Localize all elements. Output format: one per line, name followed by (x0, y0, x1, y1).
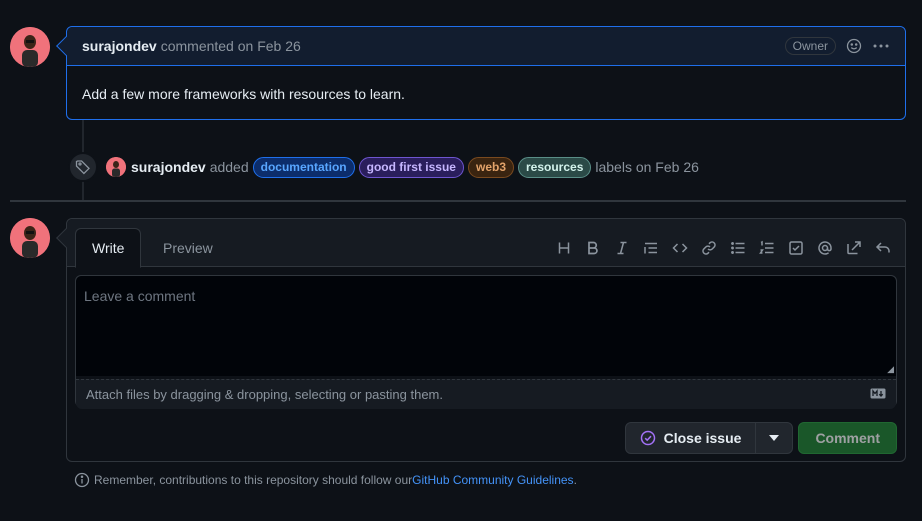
heading-icon[interactable] (549, 237, 578, 259)
label-resources[interactable]: resources (518, 156, 592, 178)
comment-button[interactable]: Comment (798, 422, 897, 454)
owner-badge: Owner (784, 37, 836, 55)
label-web3[interactable]: web3 (467, 156, 514, 178)
label-documentation[interactable]: documentation (252, 156, 355, 178)
close-issue-button[interactable]: Close issue (626, 423, 757, 453)
check-circle-icon (640, 430, 655, 446)
markdown-icon[interactable] (870, 387, 886, 402)
close-issue-group: Close issue (624, 422, 794, 454)
label-good-first-issue[interactable]: good first issue (358, 156, 464, 178)
bold-icon[interactable] (578, 237, 607, 259)
quote-icon[interactable] (636, 237, 665, 259)
bulleted-list-icon[interactable] (723, 237, 752, 259)
link-icon[interactable] (694, 237, 723, 259)
event-action: added (209, 159, 249, 175)
code-icon[interactable] (665, 237, 694, 259)
attach-files-text: Attach files by dragging & dropping, sel… (86, 387, 443, 402)
task-list-icon[interactable] (781, 237, 810, 259)
comment-textarea[interactable] (76, 276, 896, 376)
avatar[interactable] (10, 27, 50, 67)
mention-icon[interactable] (810, 237, 839, 259)
attach-files-bar[interactable]: Attach files by dragging & dropping, sel… (76, 379, 896, 409)
avatar[interactable] (106, 157, 126, 177)
comment-textarea-wrapper: Attach files by dragging & dropping, sel… (75, 275, 897, 409)
timeline-divider (10, 200, 906, 202)
tag-icon (68, 152, 98, 182)
italic-icon[interactable] (607, 237, 636, 259)
reminder-text: Remember, contributions to this reposito… (94, 473, 413, 487)
info-icon (74, 472, 90, 488)
event-author[interactable]: surajondev (131, 159, 206, 175)
comment-actions: Owner (784, 37, 890, 55)
reply-icon[interactable] (868, 237, 897, 259)
composer-actions: Close issue Comment (624, 422, 897, 454)
numbered-list-icon[interactable] (752, 237, 781, 259)
contribution-reminder: Remember, contributions to this reposito… (74, 472, 577, 488)
tab-preview[interactable]: Preview (147, 228, 229, 268)
tab-write[interactable]: Write (75, 228, 142, 268)
resize-grip-icon[interactable]: ◢ (887, 364, 894, 375)
comment-author[interactable]: surajondev (82, 38, 157, 54)
markdown-toolbar (549, 237, 897, 259)
comment-timestamp[interactable]: commented on Feb 26 (161, 38, 301, 54)
close-issue-dropdown[interactable] (756, 423, 792, 453)
comment-body: Add a few more frameworks with resources… (82, 86, 405, 102)
reminder-suffix: . (573, 473, 577, 487)
kebab-menu-icon[interactable] (872, 38, 890, 54)
label-event: surajondev added documentation good firs… (68, 152, 699, 182)
avatar[interactable] (10, 218, 50, 258)
smiley-icon[interactable] (846, 38, 862, 54)
comment-card: surajondev commented on Feb 26 Owner Add… (56, 26, 906, 120)
close-issue-label: Close issue (663, 430, 742, 446)
community-guidelines-link[interactable]: GitHub Community Guidelines (412, 473, 573, 487)
comment-header: surajondev commented on Feb 26 Owner (67, 27, 905, 66)
cross-reference-icon[interactable] (839, 237, 868, 259)
comment-composer: Write Preview Attach files by dragging &… (56, 218, 906, 462)
event-timestamp: labels on Feb 26 (595, 159, 699, 175)
composer-header: Write Preview (67, 219, 905, 268)
chevron-down-icon (769, 435, 780, 441)
